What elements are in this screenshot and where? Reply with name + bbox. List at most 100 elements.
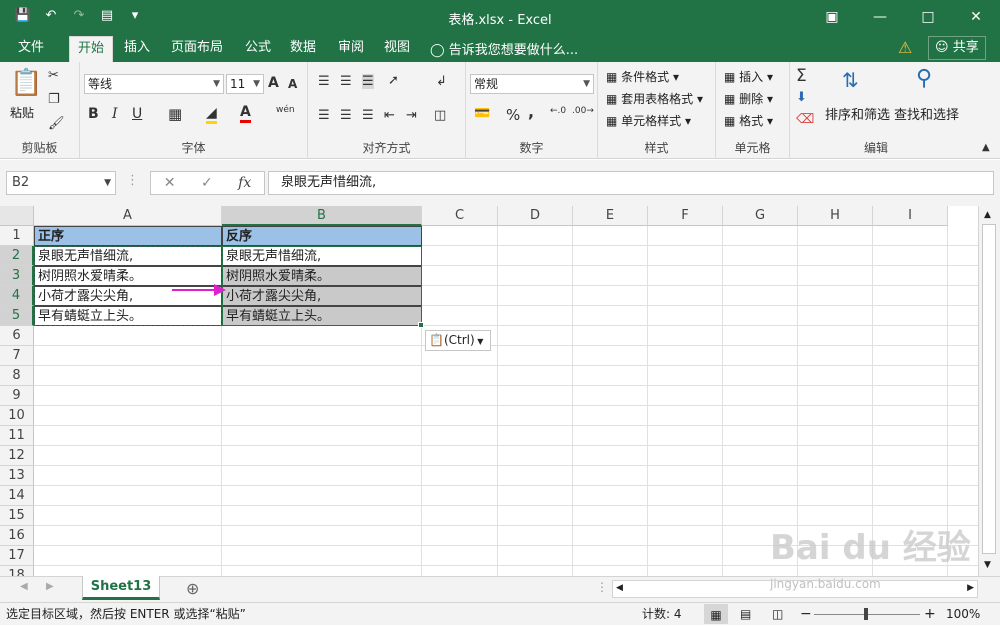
row-header-4[interactable]: 4 bbox=[0, 286, 34, 306]
shrink-font-icon[interactable]: A bbox=[288, 77, 297, 91]
format-painter-icon[interactable]: 🖌 bbox=[48, 116, 65, 131]
wrap-text-icon[interactable]: ↲ bbox=[436, 74, 447, 89]
cancel-icon[interactable]: ✕ bbox=[164, 175, 176, 191]
currency-icon[interactable]: 💳 bbox=[474, 106, 490, 121]
column-header-b[interactable]: B bbox=[222, 206, 422, 226]
column-header-f[interactable]: F bbox=[648, 206, 723, 226]
column-header-i[interactable]: I bbox=[873, 206, 948, 226]
cell-b1[interactable]: 反序 bbox=[222, 226, 422, 246]
row-header-7[interactable]: 7 bbox=[0, 346, 34, 366]
column-header-d[interactable]: D bbox=[498, 206, 573, 226]
row-header-10[interactable]: 10 bbox=[0, 406, 34, 426]
paste-button[interactable]: 粘贴 bbox=[10, 104, 34, 121]
format-cells-button[interactable]: ▦ 格式 ▾ bbox=[724, 112, 773, 129]
zoom-in-icon[interactable]: + bbox=[924, 603, 936, 625]
fill-handle[interactable] bbox=[418, 322, 424, 328]
select-all-corner[interactable] bbox=[0, 206, 34, 226]
delete-cells-button[interactable]: ▦ 删除 ▾ bbox=[724, 90, 773, 107]
conditional-format-button[interactable]: ▦ 条件格式 ▾ bbox=[606, 68, 679, 85]
insert-function-button[interactable]: fx bbox=[238, 175, 251, 191]
fill-icon[interactable]: ⬇ bbox=[796, 90, 807, 105]
close-icon[interactable]: ✕ bbox=[952, 0, 1000, 34]
formula-input[interactable]: 泉眼无声惜细流, bbox=[268, 171, 994, 195]
comma-button[interactable]: , bbox=[528, 102, 534, 121]
column-header-e[interactable]: E bbox=[573, 206, 648, 226]
bold-button[interactable]: B bbox=[88, 106, 99, 122]
name-box[interactable]: B2 ▼ bbox=[6, 171, 116, 195]
number-format-dropdown[interactable]: 常规 ▼ bbox=[470, 74, 594, 94]
paste-options-button[interactable]: 📋(Ctrl) ▼ bbox=[425, 330, 491, 351]
row-header-2[interactable]: 2 bbox=[0, 246, 34, 266]
vertical-scrollbar[interactable]: ▲ ▼ bbox=[978, 206, 1000, 576]
increase-indent-icon[interactable]: ⇥ bbox=[406, 108, 417, 123]
scroll-right-icon[interactable]: ▶ bbox=[967, 583, 974, 593]
share-button[interactable]: ☺ 共享 bbox=[928, 36, 986, 60]
row-header-17[interactable]: 17 bbox=[0, 546, 34, 566]
ribbon-display-icon[interactable]: ▣ bbox=[808, 0, 856, 34]
decrease-decimal-icon[interactable]: .00→ bbox=[572, 106, 594, 116]
grow-font-icon[interactable]: A bbox=[268, 75, 279, 91]
add-sheet-icon[interactable]: ⊕ bbox=[186, 579, 199, 598]
row-header-11[interactable]: 11 bbox=[0, 426, 34, 446]
align-bottom-icon[interactable]: ☰ bbox=[362, 74, 374, 89]
maximize-icon[interactable]: □ bbox=[904, 0, 952, 34]
minimize-icon[interactable]: — bbox=[856, 0, 904, 34]
format-as-table-button[interactable]: ▦ 套用表格格式 ▾ bbox=[606, 90, 703, 107]
borders-icon[interactable]: ▦ bbox=[168, 105, 182, 123]
phonetic-icon[interactable]: wén bbox=[276, 105, 295, 115]
scroll-thumb[interactable] bbox=[982, 224, 996, 554]
row-header-12[interactable]: 12 bbox=[0, 446, 34, 466]
scroll-up-icon[interactable]: ▲ bbox=[984, 210, 991, 220]
tab-data[interactable]: 数据 bbox=[290, 39, 316, 62]
font-color-icon[interactable]: A bbox=[240, 104, 251, 123]
underline-button[interactable]: U bbox=[132, 106, 142, 122]
find-icon[interactable]: ⚲ bbox=[916, 66, 932, 91]
find-select-button[interactable]: 查找和选择 bbox=[894, 104, 959, 123]
row-header-1[interactable]: 1 bbox=[0, 226, 34, 246]
copy-icon[interactable]: ❐ bbox=[48, 92, 60, 107]
tab-formulas[interactable]: 公式 bbox=[245, 39, 271, 62]
scroll-left-icon[interactable]: ◀ bbox=[616, 583, 623, 593]
enter-icon[interactable]: ✓ bbox=[201, 175, 213, 191]
normal-view-icon[interactable]: ▦ bbox=[704, 604, 728, 624]
cut-icon[interactable]: ✂ bbox=[48, 68, 59, 83]
align-left-icon[interactable]: ☰ bbox=[318, 108, 330, 123]
cell-styles-button[interactable]: ▦ 单元格样式 ▾ bbox=[606, 112, 691, 129]
row-header-3[interactable]: 3 bbox=[0, 266, 34, 286]
increase-decimal-icon[interactable]: ←.0 bbox=[550, 106, 566, 116]
row-header-8[interactable]: 8 bbox=[0, 366, 34, 386]
page-break-view-icon[interactable]: ◫ bbox=[772, 603, 783, 625]
tab-home[interactable]: 开始 bbox=[69, 36, 114, 62]
row-header-18[interactable]: 18 bbox=[0, 566, 34, 576]
tab-view[interactable]: 视图 bbox=[384, 39, 410, 62]
paste-icon[interactable]: 📋 bbox=[10, 68, 42, 98]
row-header-13[interactable]: 13 bbox=[0, 466, 34, 486]
fill-color-icon[interactable]: ◢ bbox=[206, 105, 217, 124]
decrease-indent-icon[interactable]: ⇤ bbox=[384, 108, 395, 123]
font-name-dropdown[interactable]: 等线 ▼ bbox=[84, 74, 224, 94]
merge-center-icon[interactable]: ◫ bbox=[434, 108, 446, 123]
align-center-icon[interactable]: ☰ bbox=[340, 108, 352, 123]
column-header-h[interactable]: H bbox=[798, 206, 873, 226]
sort-filter-icon[interactable]: ⇅ bbox=[842, 68, 859, 92]
percent-button[interactable]: % bbox=[506, 106, 520, 124]
zoom-level[interactable]: 100% bbox=[946, 603, 980, 625]
split-grip-icon[interactable]: ⋮ bbox=[596, 580, 608, 594]
clear-icon[interactable]: ⌫ bbox=[796, 112, 814, 127]
column-header-a[interactable]: A bbox=[34, 206, 222, 226]
row-header-15[interactable]: 15 bbox=[0, 506, 34, 526]
collapse-ribbon-icon[interactable]: ▲ bbox=[982, 142, 990, 153]
insert-cells-button[interactable]: ▦ 插入 ▾ bbox=[724, 68, 773, 85]
warning-icon[interactable]: ⚠ bbox=[898, 38, 912, 57]
zoom-slider-thumb[interactable] bbox=[864, 608, 868, 620]
row-header-5[interactable]: 5 bbox=[0, 306, 34, 326]
zoom-out-icon[interactable]: − bbox=[800, 603, 812, 625]
page-layout-view-icon[interactable]: ▤ bbox=[740, 603, 751, 625]
row-header-16[interactable]: 16 bbox=[0, 526, 34, 546]
sheet-tab[interactable]: Sheet13 bbox=[82, 576, 160, 600]
align-top-icon[interactable]: ☰ bbox=[318, 74, 330, 89]
row-header-14[interactable]: 14 bbox=[0, 486, 34, 506]
row-header-9[interactable]: 9 bbox=[0, 386, 34, 406]
tab-insert[interactable]: 插入 bbox=[124, 39, 150, 62]
row-header-6[interactable]: 6 bbox=[0, 326, 34, 346]
